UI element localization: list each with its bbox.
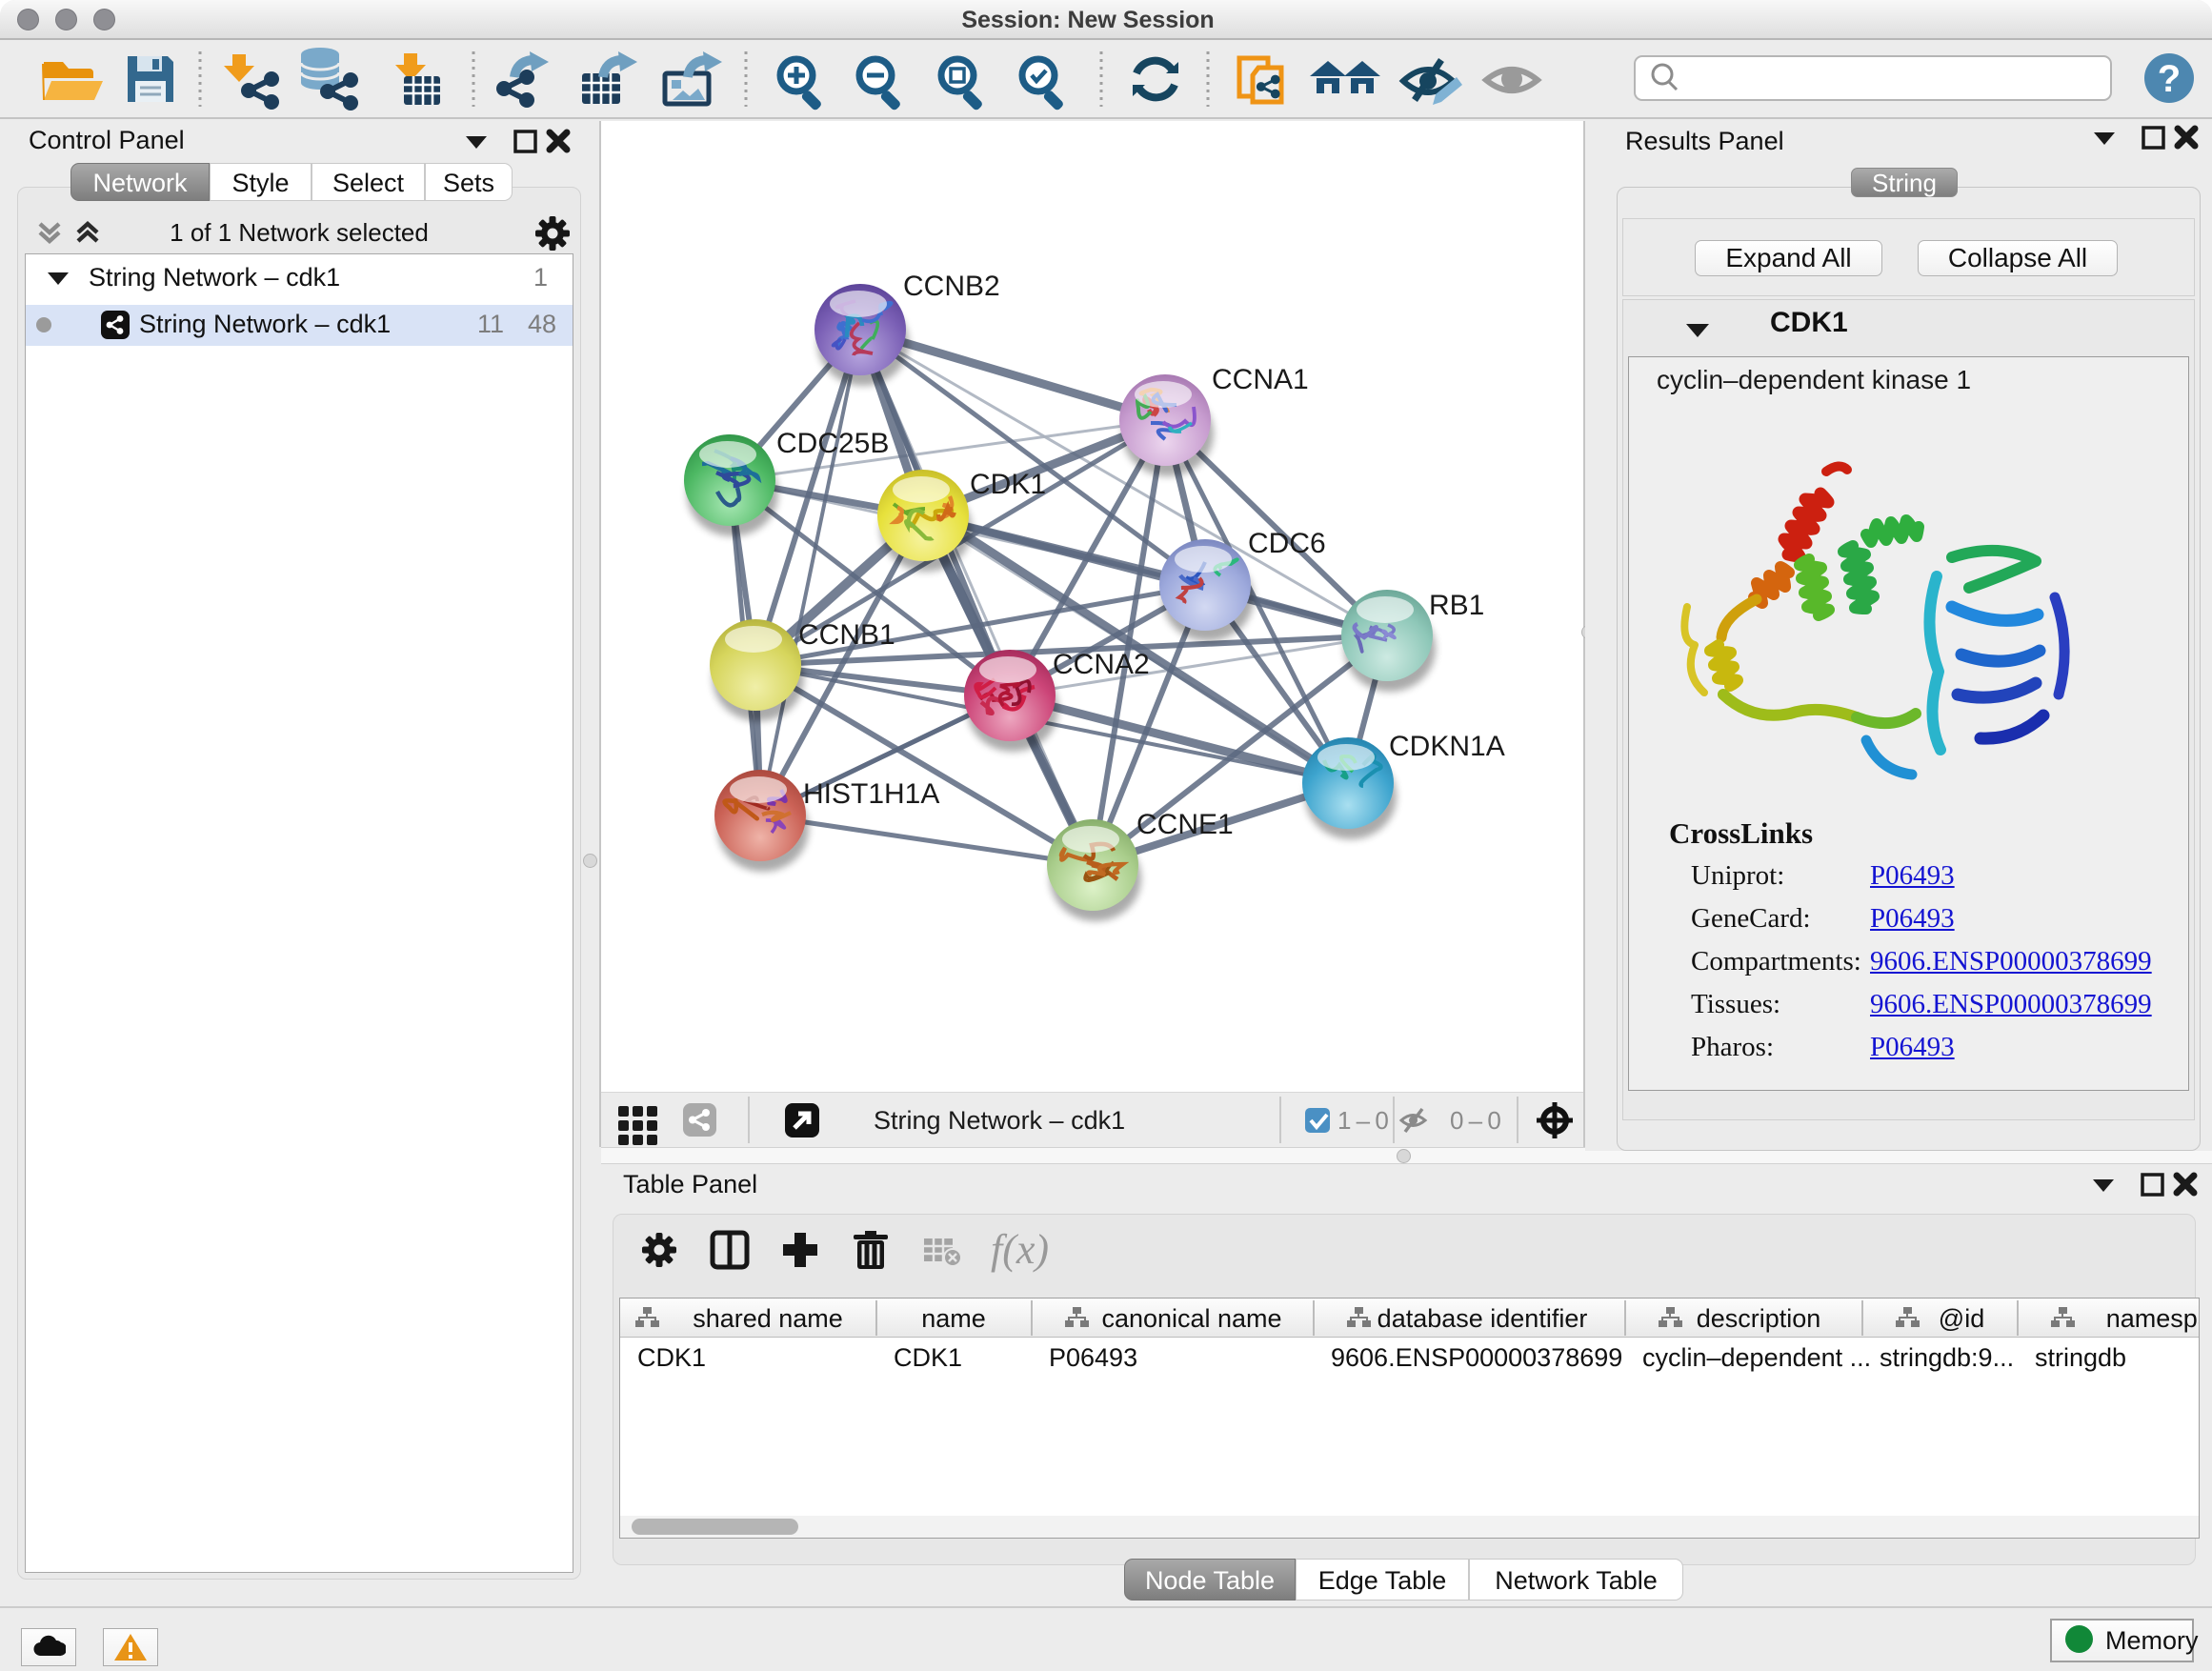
- svg-text:f(x): f(x): [991, 1226, 1049, 1273]
- svg-text:1 – 0: 1 – 0: [1337, 1106, 1389, 1135]
- svg-text:0 – 0: 0 – 0: [1450, 1106, 1501, 1135]
- svg-text:CDC6: CDC6: [1248, 528, 1326, 559]
- svg-text:CCNE1: CCNE1: [1136, 809, 1234, 840]
- svg-text:database identifier: database identifier: [1377, 1304, 1588, 1333]
- svg-text:?: ?: [2158, 58, 2181, 100]
- svg-text:CCNB1: CCNB1: [798, 619, 895, 651]
- svg-text:@id: @id: [1939, 1304, 1984, 1333]
- svg-text:CDC25B: CDC25B: [776, 428, 889, 459]
- svg-text:CCNA1: CCNA1: [1212, 364, 1309, 395]
- svg-text:description: description: [1697, 1304, 1821, 1333]
- svg-text:canonical name: canonical name: [1101, 1304, 1281, 1333]
- svg-text:CDK1: CDK1: [970, 469, 1046, 500]
- svg-text:namespac: namespac: [2106, 1304, 2200, 1333]
- svg-text:shared name: shared name: [693, 1304, 843, 1333]
- svg-text:HIST1H1A: HIST1H1A: [803, 778, 939, 810]
- svg-text:CCNB2: CCNB2: [903, 271, 1000, 302]
- svg-text:RB1: RB1: [1429, 590, 1484, 621]
- svg-text:CCNA2: CCNA2: [1053, 649, 1150, 680]
- svg-text:CDKN1A: CDKN1A: [1389, 731, 1505, 762]
- svg-text:name: name: [921, 1304, 986, 1333]
- svg-text:String Network – cdk1: String Network – cdk1: [874, 1106, 1125, 1135]
